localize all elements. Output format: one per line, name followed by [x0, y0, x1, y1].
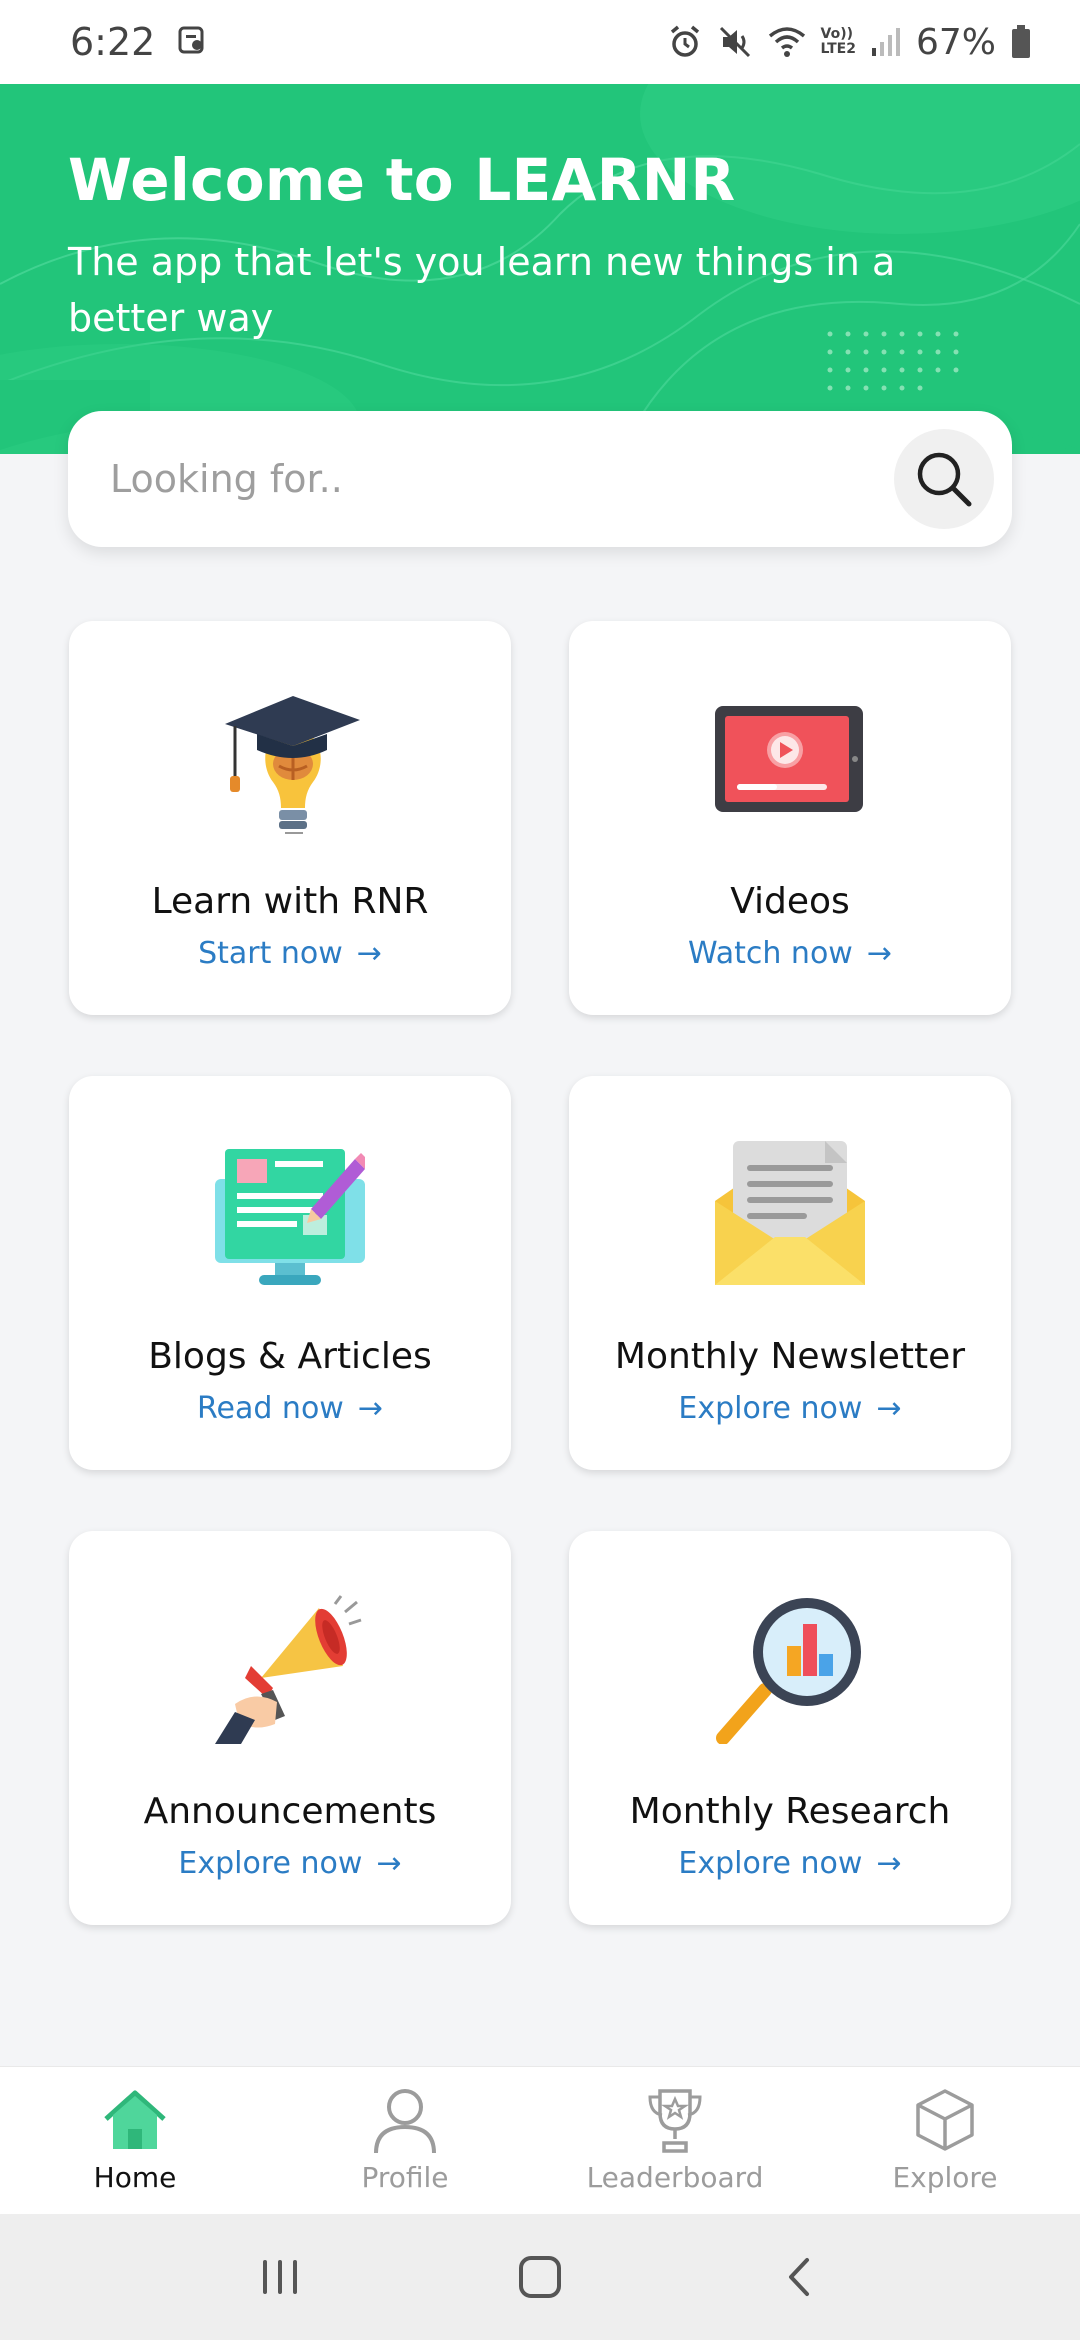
battery-percent: 67% [915, 21, 996, 63]
graduation-bulb-icon [210, 679, 370, 839]
card-link-read-now[interactable]: Read now → [197, 1391, 383, 1426]
card-learn-with-rnr[interactable]: Learn with RNR Start now → [69, 621, 511, 1015]
home-icon [104, 2090, 166, 2149]
card-title: Learn with RNR [151, 881, 429, 922]
back-icon [789, 2258, 809, 2296]
card-announcements[interactable]: Announcements Explore now → [69, 1531, 511, 1925]
search-button[interactable] [894, 429, 994, 529]
battery-icon [1010, 24, 1032, 60]
notification-icon [177, 20, 207, 64]
search-input[interactable] [110, 457, 870, 501]
nav-label: Leaderboard [586, 2161, 764, 2194]
card-title: Announcements [143, 1791, 437, 1832]
signal-icon [870, 26, 902, 58]
recent-apps-icon [263, 2260, 297, 2294]
search-bar[interactable] [68, 411, 1012, 547]
status-time: 6:22 [70, 20, 156, 64]
recent-apps-button[interactable] [240, 2237, 320, 2317]
back-button[interactable] [760, 2237, 840, 2317]
mute-icon [717, 24, 753, 60]
nav-label: Explore [892, 2161, 998, 2194]
card-videos[interactable]: Videos Watch now → [569, 621, 1011, 1015]
card-blogs-articles[interactable]: Blogs & Articles Read now → [69, 1076, 511, 1470]
magnifier-chart-icon [710, 1589, 870, 1749]
bottom-navigation: Home Profile Leaderboard Explore [0, 2066, 1080, 2214]
arrow-right-icon: → [866, 936, 892, 971]
wifi-icon [767, 24, 807, 60]
arrow-right-icon: → [376, 1846, 402, 1881]
card-title: Monthly Research [629, 1791, 951, 1832]
card-title: Blogs & Articles [148, 1336, 432, 1377]
trophy-icon [648, 2089, 702, 2153]
card-monthly-newsletter[interactable]: Monthly Newsletter Explore now → [569, 1076, 1011, 1470]
envelope-icon [710, 1134, 870, 1294]
volte-indicator: Vo)) LTE2 [820, 26, 856, 57]
card-link-watch-now[interactable]: Watch now → [688, 936, 892, 971]
nav-item-leaderboard[interactable]: Leaderboard [540, 2067, 810, 2214]
home-square-icon [519, 2256, 561, 2298]
arrow-right-icon: → [876, 1846, 902, 1881]
megaphone-icon [210, 1589, 370, 1749]
card-monthly-research[interactable]: Monthly Research Explore now → [569, 1531, 1011, 1925]
card-title: Videos [730, 881, 850, 922]
card-title: Monthly Newsletter [614, 1336, 966, 1377]
card-link-explore-now[interactable]: Explore now → [678, 1391, 901, 1426]
blog-monitor-icon [210, 1134, 370, 1294]
profile-icon [374, 2089, 436, 2154]
status-bar: 6:22 Vo)) LTE2 67% [0, 0, 1080, 84]
nav-item-profile[interactable]: Profile [270, 2067, 540, 2214]
page-subtitle: The app that let's you learn new things … [68, 240, 896, 340]
arrow-right-icon: → [357, 1391, 383, 1426]
nav-label: Profile [361, 2161, 449, 2194]
page-title: Welcome to LEARNR [68, 146, 736, 214]
card-link-start-now[interactable]: Start now → [198, 936, 382, 971]
nav-item-home[interactable]: Home [0, 2067, 270, 2214]
video-player-icon [710, 679, 870, 839]
arrow-right-icon: → [876, 1391, 902, 1426]
search-icon [917, 452, 972, 507]
cube-icon [916, 2089, 974, 2151]
nav-item-explore[interactable]: Explore [810, 2067, 1080, 2214]
card-link-explore-now[interactable]: Explore now → [678, 1846, 901, 1881]
arrow-right-icon: → [356, 936, 382, 971]
nav-label: Home [93, 2161, 177, 2194]
card-link-explore-now[interactable]: Explore now → [178, 1846, 401, 1881]
alarm-icon [667, 24, 703, 60]
home-button[interactable] [500, 2237, 580, 2317]
system-navigation-bar [0, 2214, 1080, 2340]
